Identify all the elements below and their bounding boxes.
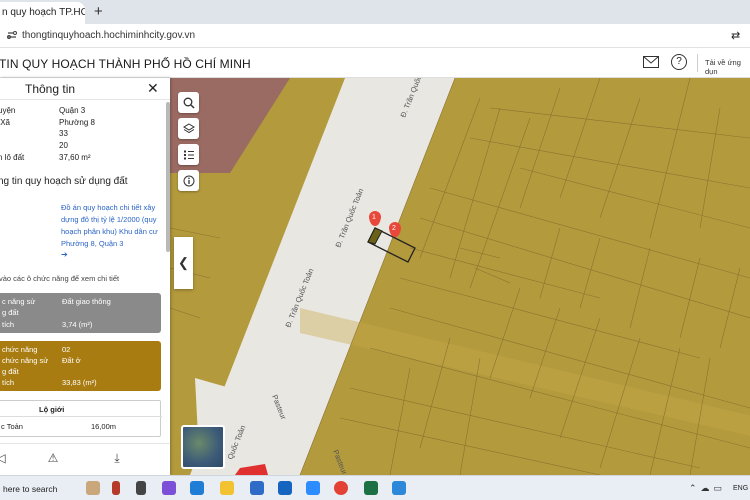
box-label: tích	[2, 320, 15, 329]
tab-title: n quy hoạch TP.HCM	[2, 7, 85, 18]
field-value: Quận 3	[59, 106, 86, 115]
lo-gioi-street: c Toản	[1, 422, 23, 431]
landuse-section-title: ng tin quy hoạch sử dụng đất	[0, 176, 128, 187]
arrow-right-icon[interactable]: ➔	[61, 250, 68, 259]
taskbar-search[interactable]: here to search	[3, 484, 57, 494]
box-label: c năng sử	[2, 297, 36, 306]
field-label: /Xã	[0, 118, 11, 127]
edge-icon[interactable]	[190, 481, 204, 495]
box-value: 02	[62, 345, 71, 354]
url-text[interactable]: thongtinquyhoach.hochiminhcity.gov.vn	[22, 30, 195, 41]
input-language[interactable]: ENG	[733, 485, 748, 492]
app-icon[interactable]	[112, 481, 120, 495]
system-tray-icons[interactable]: ⌃☁▭	[689, 483, 726, 494]
plan-document-link[interactable]: Đồ án quy hoạch chi tiết xây dựng đô thị…	[61, 202, 161, 250]
box-value: 3,74 (m²)	[62, 320, 93, 329]
landuse-box-traffic[interactable]: c năng sử Đất giao thông g đất tích 3,74…	[0, 293, 161, 333]
collapse-panel-button[interactable]: ❮	[174, 237, 193, 289]
lo-gioi-title: Lộ giới	[39, 405, 65, 414]
panel-title: Thông tin	[25, 82, 76, 96]
site-header: TIN QUY HOẠCH THÀNH PHỐ HỒ CHÍ MINH ? Tả…	[0, 48, 750, 78]
close-icon[interactable]: ✕	[147, 80, 159, 97]
field-value: 33	[59, 129, 68, 138]
file-explorer-icon[interactable]	[220, 481, 234, 495]
new-tab-button[interactable]: +	[94, 3, 103, 20]
divider	[0, 416, 162, 417]
layers-icon	[182, 123, 195, 134]
field-label: uyện	[0, 106, 16, 115]
layers-tool-button[interactable]	[178, 118, 199, 139]
site-title: TIN QUY HOẠCH THÀNH PHỐ HỒ CHÍ MINH	[0, 57, 251, 71]
warning-icon[interactable]: ⚠	[44, 451, 62, 469]
task-view-icon[interactable]	[136, 481, 146, 495]
legend-icon	[183, 150, 194, 160]
field-value: 37,60 m²	[59, 153, 91, 162]
mail-icon[interactable]	[643, 56, 659, 68]
lo-gioi-table: Lộ giới c Toản 16,00m	[0, 400, 162, 437]
download-app-link[interactable]: Tải về ứng dụn	[705, 58, 750, 76]
marker-1-label: 1	[372, 214, 376, 221]
landuse-box-residential[interactable]: chức năng 02 chức năng sử Đất ở g đất tí…	[0, 341, 161, 391]
help-icon[interactable]: ?	[671, 54, 687, 70]
copilot-icon[interactable]	[162, 481, 176, 495]
translate-icon[interactable]: ⇄	[731, 29, 740, 42]
hint-text: vào các ô chức năng để xem chi tiết	[0, 274, 120, 283]
store-icon[interactable]	[250, 481, 264, 495]
satellite-minimap[interactable]	[181, 425, 225, 469]
news-widget-icon[interactable]	[86, 481, 100, 495]
box-label: chức năng sử	[2, 356, 49, 365]
marker-2-label: 2	[392, 225, 396, 232]
taskbar: here to search ⌃☁▭ ENG	[0, 475, 750, 500]
address-bar[interactable]: thongtinquyhoach.hochiminhcity.gov.vn ⇄	[0, 24, 750, 48]
box-value: Đất giao thông	[62, 297, 111, 306]
site-info-icon[interactable]	[6, 29, 18, 41]
excel-icon[interactable]	[364, 481, 378, 495]
photos-icon[interactable]	[392, 481, 406, 495]
box-label: chức năng	[2, 345, 38, 354]
field-value: 20	[59, 141, 68, 150]
info-icon	[183, 175, 194, 187]
chrome-icon[interactable]	[334, 481, 348, 495]
box-label: tích	[2, 378, 15, 387]
field-label: h lô đất	[0, 153, 25, 162]
share-icon[interactable]: ◁	[0, 451, 10, 469]
outlook-icon[interactable]	[278, 481, 292, 495]
search-tool-button[interactable]	[178, 92, 199, 113]
field-value: Phường 8	[59, 118, 95, 127]
panel-footer: ◁ ⚠ ⤓	[0, 443, 170, 475]
header-divider	[697, 54, 698, 72]
browser-tab-bar: n quy hoạch TP.HCM +	[0, 0, 750, 24]
download-icon[interactable]: ⤓	[108, 451, 126, 469]
box-value: Đất ở	[62, 356, 81, 365]
legend-tool-button[interactable]	[178, 144, 199, 165]
zoom-icon[interactable]	[306, 481, 320, 495]
box-label: g đất	[2, 367, 19, 376]
info-panel: Thông tin ✕ uyện Quận 3 /Xã Phường 8 33 20…	[0, 78, 170, 475]
box-label: g đất	[2, 308, 19, 317]
browser-tab[interactable]: n quy hoạch TP.HCM	[0, 2, 85, 24]
panel-header: Thông tin ✕	[0, 78, 170, 100]
search-icon	[183, 97, 195, 109]
panel-scrollbar[interactable]	[166, 102, 170, 252]
info-tool-button[interactable]	[178, 170, 199, 191]
chevron-left-icon: ❮	[178, 255, 189, 270]
lo-gioi-value: 16,00m	[91, 422, 117, 431]
box-value: 33,83 (m²)	[62, 378, 97, 387]
